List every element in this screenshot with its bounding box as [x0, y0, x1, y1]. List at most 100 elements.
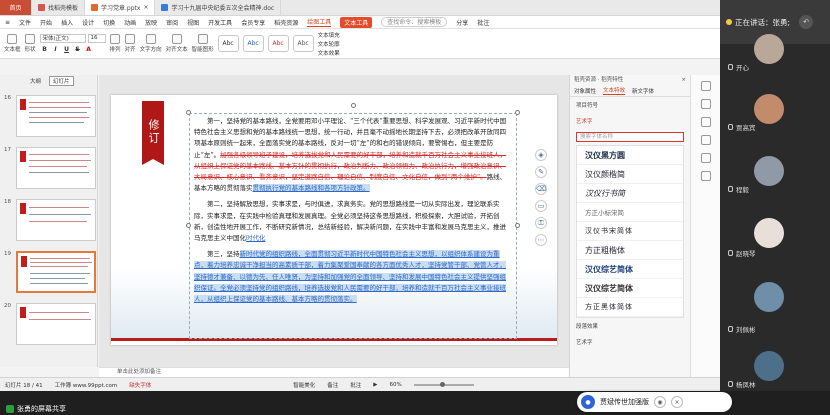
- close-icon[interactable]: ×: [681, 75, 686, 85]
- rotate-handle[interactable]: [351, 103, 356, 108]
- more-icon[interactable]: ⋯: [535, 234, 547, 246]
- text-outline-button[interactable]: 文本轮廓: [318, 40, 340, 48]
- notes-pane[interactable]: 单击此处添加备注: [99, 367, 569, 377]
- paragraph-effects-section[interactable]: 段落效果: [570, 318, 690, 334]
- tab-slides[interactable]: 幻灯片: [49, 76, 74, 86]
- menu-insert[interactable]: 插入: [61, 18, 73, 27]
- participant-tile[interactable]: 程毅: [720, 150, 830, 196]
- share-button[interactable]: 分享: [456, 18, 468, 27]
- tab-new-fonts[interactable]: 新文字体: [632, 87, 654, 95]
- settings-icon[interactable]: [700, 153, 711, 163]
- thumbnail-row[interactable]: 16: [4, 95, 96, 137]
- menu-transition[interactable]: 切换: [103, 18, 115, 27]
- tab-home[interactable]: 首页: [0, 0, 32, 15]
- menu-member[interactable]: 会员专享: [241, 18, 265, 27]
- menu-view[interactable]: 视图: [187, 18, 199, 27]
- font-option[interactable]: 方正黑体简体: [577, 298, 683, 317]
- pen-icon[interactable]: ✎: [535, 166, 547, 178]
- resize-handle[interactable]: [515, 223, 520, 228]
- text-style-1[interactable]: Abc: [217, 35, 239, 52]
- participant-tile[interactable]: 贾高宾: [720, 88, 830, 134]
- bullet-section[interactable]: 项目符号: [570, 97, 690, 113]
- menu-home[interactable]: 开始: [40, 18, 52, 27]
- font-option[interactable]: 汉仪行书简: [577, 184, 683, 203]
- menu-animation[interactable]: 动画: [124, 18, 136, 27]
- font-color-button[interactable]: A: [84, 45, 94, 54]
- menu-design[interactable]: 设计: [82, 18, 94, 27]
- font-option[interactable]: 汉仪黑方圆: [577, 146, 683, 165]
- thumbnail-row-current[interactable]: 19: [4, 251, 96, 293]
- participant-tile[interactable]: 开心: [720, 28, 830, 74]
- slide-text-box[interactable]: 第一，坚持党的基本路线，全党要用邓小平理论、“三个代表”重要思想、科学发展观、习…: [189, 113, 517, 339]
- participant-tile[interactable]: 赵晓琴: [720, 214, 830, 260]
- tab-text-effects[interactable]: 文本特效: [603, 86, 626, 95]
- text-effect-button[interactable]: 文本效果: [318, 49, 340, 57]
- textbox-button[interactable]: 文本框: [4, 34, 21, 53]
- font-option[interactable]: 汉仪综艺简体: [577, 260, 683, 279]
- effects-icon[interactable]: [700, 117, 711, 127]
- strike-button[interactable]: S: [73, 45, 83, 54]
- font-option[interactable]: 方正小标宋简: [577, 203, 683, 222]
- tab-template[interactable]: 找稻壳模板: [32, 0, 86, 15]
- menu-file[interactable]: 文件: [19, 18, 31, 27]
- text-style-4[interactable]: Abc: [292, 35, 314, 52]
- comments-toggle[interactable]: 批注: [350, 381, 361, 389]
- eraser-icon[interactable]: ⌫: [535, 183, 547, 195]
- mic-icon[interactable]: ◉: [654, 396, 666, 408]
- smartart-button[interactable]: 智能图形: [192, 34, 214, 53]
- shapes-icon[interactable]: ▭: [535, 200, 547, 212]
- play-icon[interactable]: ▶: [373, 382, 377, 388]
- screen-share-indicator[interactable]: 张勇的屏幕共享: [6, 403, 66, 414]
- font-option[interactable]: 方正粗楷体: [577, 241, 683, 260]
- tab-pptx[interactable]: 学习党章.pptx ×: [85, 0, 156, 15]
- thumbnail-row[interactable]: 17: [4, 147, 96, 189]
- text-style-2[interactable]: Abc: [242, 35, 264, 52]
- resize-handle[interactable]: [515, 110, 520, 115]
- text-style-3[interactable]: Abc: [267, 35, 289, 52]
- font-search-input[interactable]: 搜索字体名称: [576, 132, 684, 142]
- animation-icon[interactable]: [700, 99, 711, 109]
- current-slide[interactable]: 修订 第一，坚持党的基本路线，全党要用邓小平理论、“三个代表”重要思想、科学发展…: [111, 95, 557, 345]
- tab-object-props[interactable]: 对象属性: [574, 87, 596, 95]
- arrange-button[interactable]: 排列: [110, 34, 121, 53]
- slide-thumbnail[interactable]: [16, 95, 96, 137]
- text-fill-button[interactable]: 文本填充: [318, 31, 340, 39]
- select-icon[interactable]: [700, 81, 711, 91]
- text-direction-button[interactable]: 文字方向: [140, 34, 162, 53]
- participant-tile[interactable]: 刘佩彬: [720, 282, 830, 336]
- slide-thumbnail-current[interactable]: [16, 251, 96, 293]
- wordart-section[interactable]: 艺术字: [570, 113, 690, 129]
- zoom-slider[interactable]: [413, 381, 474, 387]
- shape-button[interactable]: 形状: [25, 34, 36, 53]
- notes-toggle[interactable]: 备注: [327, 381, 338, 389]
- align-button[interactable]: 对齐: [125, 34, 136, 53]
- comment-button[interactable]: 批注: [477, 18, 489, 27]
- menu-docer[interactable]: 稻壳资源: [274, 18, 298, 27]
- menu-icon[interactable]: ≡: [5, 19, 10, 26]
- slide-thumbnail[interactable]: [16, 147, 96, 189]
- font-option[interactable]: 汉仪颜楷简: [577, 165, 683, 184]
- bold-button[interactable]: B: [40, 45, 50, 54]
- command-search[interactable]: 查找命令、搜索模板: [381, 17, 448, 27]
- return-icon[interactable]: ↶: [799, 15, 814, 29]
- close-icon[interactable]: ×: [143, 4, 148, 11]
- wordart-section-2[interactable]: 艺术字: [570, 334, 690, 350]
- menu-drawing-tools[interactable]: 绘图工具: [307, 17, 332, 27]
- tab-outline[interactable]: 大纲: [30, 77, 41, 85]
- slide-thumbnail[interactable]: [16, 303, 96, 345]
- shape-tool-icon[interactable]: [700, 135, 711, 145]
- italic-button[interactable]: I: [51, 45, 61, 54]
- thumbnail-row[interactable]: 20: [4, 303, 96, 345]
- menu-text-tools[interactable]: 文本工具: [340, 16, 373, 28]
- underline-button[interactable]: U: [62, 45, 72, 54]
- font-option[interactable]: 汉仪书宋简体: [577, 222, 683, 241]
- menu-slideshow[interactable]: 放映: [145, 18, 157, 27]
- slide-thumbnail[interactable]: [16, 199, 96, 241]
- font-size-select[interactable]: 16: [87, 33, 106, 43]
- layers-icon[interactable]: ◈: [535, 149, 547, 161]
- smart-beautify-button[interactable]: 智能美化: [293, 381, 315, 389]
- align-text-button[interactable]: 对齐文本: [166, 34, 188, 53]
- help-icon[interactable]: [700, 171, 711, 181]
- missing-font-indicator[interactable]: 缺失字体: [129, 381, 151, 389]
- resize-handle[interactable]: [186, 223, 191, 228]
